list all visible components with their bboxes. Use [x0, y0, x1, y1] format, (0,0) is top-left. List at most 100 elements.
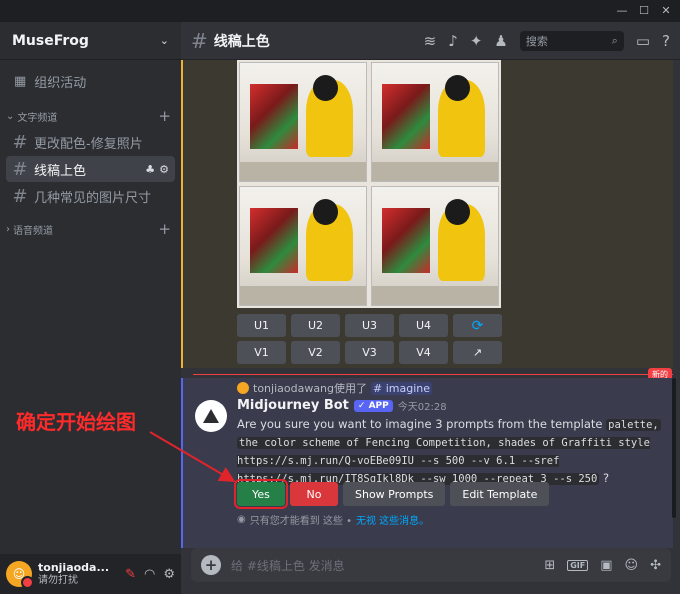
code-inline: the color scheme of Fencing Competition,… — [237, 437, 650, 485]
gift-icon[interactable]: ⊞ — [544, 558, 555, 573]
chevron-right-icon: › — [6, 223, 10, 235]
channel-label: 线稿上色 — [34, 163, 87, 179]
grid-image[interactable] — [239, 62, 367, 182]
pin-icon[interactable]: ✦ — [470, 32, 483, 50]
v2-button[interactable]: V2 — [291, 341, 340, 364]
help-icon[interactable]: ? — [662, 32, 670, 50]
invite-icon[interactable]: ♣ — [145, 163, 155, 176]
apps-icon[interactable]: ✣ — [650, 558, 661, 573]
code-inline: palette, — [606, 419, 661, 431]
chevron-down-icon: ⌄ — [159, 34, 169, 47]
u2-button[interactable]: U2 — [291, 314, 340, 337]
category-label: 文字频道 — [17, 112, 58, 124]
grid-image[interactable] — [371, 62, 499, 182]
u4-button[interactable]: U4 — [399, 314, 448, 337]
scrollbar[interactable] — [672, 378, 676, 518]
emoji-icon[interactable]: ☺ — [625, 558, 639, 573]
ephemeral-notice: ◉ 只有您才能看到 这些 • 无视 这些消息。 — [237, 512, 430, 527]
sticker-icon[interactable]: ▣ — [600, 558, 612, 573]
avatar — [237, 382, 249, 394]
external-link-icon[interactable]: ↗ — [453, 341, 502, 364]
window-titlebar: — ☐ ✕ — [0, 0, 680, 22]
dismiss-link[interactable]: 无视 这些消息。 — [356, 512, 429, 527]
annotation-label: 确定开始绘图 — [16, 410, 136, 434]
sidebar-item-image-sizes[interactable]: # 几种常见的图片尺寸 — [6, 183, 175, 209]
server-name: MuseFrog — [12, 32, 89, 49]
previous-message: U1 U2 U3 U4 ⟳ V1 V2 V3 V4 ↗ — [181, 60, 673, 368]
message-timestamp: 今天02:28 — [397, 402, 447, 413]
page-title: 线稿上色 — [213, 33, 270, 50]
search-input[interactable]: 搜索 ⌕ — [519, 30, 624, 51]
sidebar-item-recolor[interactable]: # 更改配色-修复照片 — [6, 129, 175, 155]
close-icon[interactable]: ✕ — [656, 2, 676, 20]
user-panel: ☺ tonjiaoda... 请勿打扰 ✎ ◠ ⚙ — [0, 554, 181, 594]
message-input[interactable]: 给 #线稿上色 发消息 — [231, 557, 534, 574]
upscale-button-row: U1 U2 U3 U4 ⟳ — [237, 314, 502, 337]
username: tonjiaoda... — [38, 561, 110, 574]
channel-label: 几种常见的图片尺寸 — [34, 190, 152, 206]
grid-image[interactable] — [371, 186, 499, 306]
minimize-icon[interactable]: — — [612, 2, 632, 20]
channel-sidebar: MuseFrog ⌄ ▦ 组织活动 ⌄ 文字频道 + # 更改配色-修复照片 # … — [0, 22, 181, 594]
v3-button[interactable]: V3 — [345, 341, 394, 364]
category-label: 语音频道 — [13, 225, 53, 237]
hash-icon: # — [12, 185, 28, 207]
app-badge: ✓ APP — [353, 399, 393, 412]
sidebar-item-lineart[interactable]: # 线稿上色 ♣ ⚙ — [6, 156, 175, 182]
hash-icon: # — [12, 131, 28, 153]
members-icon[interactable]: ♟ — [494, 32, 507, 50]
v1-button[interactable]: V1 — [237, 341, 286, 364]
u3-button[interactable]: U3 — [345, 314, 394, 337]
message-list: U1 U2 U3 U4 ⟳ V1 V2 V3 V4 ↗ 新的 tonjiaoda… — [181, 60, 680, 548]
edit-template-button[interactable]: Edit Template — [450, 482, 550, 506]
category-text-channels[interactable]: ⌄ 文字频道 + — [0, 104, 181, 128]
message-author[interactable]: Midjourney Bot — [237, 398, 349, 413]
reply-user: tonjiaodawang使用了 — [253, 382, 368, 395]
new-messages-divider — [193, 374, 673, 375]
v4-button[interactable]: V4 — [399, 341, 448, 364]
action-row: Yes No Show Prompts Edit Template — [234, 479, 550, 509]
window-controls: — ☐ ✕ — [612, 2, 676, 20]
add-channel-icon[interactable]: + — [158, 220, 171, 238]
channel-header: # 线稿上色 ≋ ♪ ✦ ♟ 搜索 ⌕ ▭ ? — [181, 22, 680, 60]
add-attachment-icon[interactable]: + — [201, 555, 221, 575]
search-icon: ⌕ — [611, 33, 618, 47]
search-placeholder: 搜索 — [525, 34, 548, 48]
gear-icon[interactable]: ⚙ — [163, 567, 175, 582]
server-header[interactable]: MuseFrog ⌄ — [0, 22, 181, 60]
events-item[interactable]: ▦ 组织活动 — [0, 64, 181, 98]
main-panel: # 线稿上色 ≋ ♪ ✦ ♟ 搜索 ⌕ ▭ ? U1 U2 U3 U4 ⟳ V1… — [181, 22, 680, 594]
inbox-icon[interactable]: ▭ — [636, 32, 650, 50]
gif-icon[interactable]: GIF — [567, 559, 589, 571]
headphones-icon[interactable]: ◠ — [144, 567, 155, 582]
reroll-icon[interactable]: ⟳ — [453, 314, 502, 337]
avatar[interactable]: ☺ — [6, 561, 34, 589]
eye-icon: ◉ — [237, 514, 246, 525]
mic-muted-icon[interactable]: ✎ — [125, 567, 136, 582]
chevron-down-icon: ⌄ — [6, 110, 15, 122]
reply-context[interactable]: tonjiaodawang使用了 # imagine — [237, 380, 433, 396]
calendar-icon: ▦ — [14, 73, 27, 89]
avatar[interactable] — [195, 400, 227, 432]
show-prompts-button[interactable]: Show Prompts — [343, 482, 446, 506]
maximize-icon[interactable]: ☐ — [634, 2, 654, 20]
grid-image[interactable] — [239, 186, 367, 306]
u1-button[interactable]: U1 — [237, 314, 286, 337]
bot-message: tonjiaodawang使用了 # imagine Midjourney Bo… — [181, 378, 673, 548]
events-label: 组织活动 — [34, 75, 87, 91]
hash-icon: # — [191, 28, 208, 53]
channel-label: 更改配色-修复照片 — [34, 136, 143, 152]
threads-icon[interactable]: ≋ — [424, 32, 437, 50]
variation-button-row: V1 V2 V3 V4 ↗ — [237, 341, 502, 364]
yes-button[interactable]: Yes — [234, 479, 288, 509]
slash-command[interactable]: # imagine — [371, 381, 433, 395]
add-channel-icon[interactable]: + — [158, 107, 171, 125]
gear-icon[interactable]: ⚙ — [159, 163, 169, 176]
category-voice-channels[interactable]: › 语音频道 + — [0, 217, 181, 241]
message-content: Are you sure you want to imagine 3 promp… — [237, 417, 661, 485]
message-composer[interactable]: + 给 #线稿上色 发消息 ⊞ GIF ▣ ☺ ✣ — [191, 548, 671, 582]
bell-icon[interactable]: ♪ — [448, 32, 458, 50]
user-status: 请勿打扰 — [38, 575, 78, 586]
no-button[interactable]: No — [290, 482, 338, 506]
image-grid[interactable] — [237, 60, 501, 308]
